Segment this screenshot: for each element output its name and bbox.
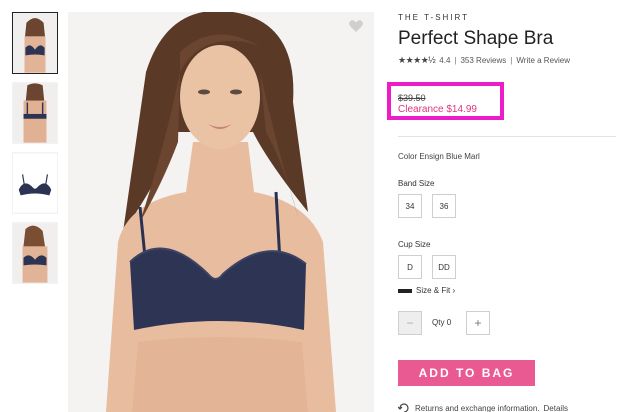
returns-info: Returns and exchange information. Detail… bbox=[398, 403, 568, 412]
thumbnail-product[interactable] bbox=[12, 152, 58, 214]
cup-size-dd[interactable]: DD bbox=[432, 255, 456, 279]
thumbnail-front[interactable] bbox=[12, 12, 58, 74]
product-main-image bbox=[68, 12, 374, 412]
size-fit-label: Size & Fit › bbox=[416, 286, 456, 295]
product-title: Perfect Shape Bra bbox=[398, 28, 554, 49]
thumbnail-list bbox=[12, 12, 60, 292]
thumbnail-side[interactable] bbox=[12, 222, 58, 284]
rating-row: ★★★★½ 4.4 | 353 Reviews | Write a Review bbox=[398, 55, 570, 66]
review-separator: | bbox=[510, 56, 513, 65]
band-size-34[interactable]: 34 bbox=[398, 194, 422, 218]
band-size-label: Band Size bbox=[398, 179, 435, 188]
original-price: $39.50 bbox=[398, 93, 426, 103]
returns-icon bbox=[398, 403, 409, 412]
quantity-display: Qty 0 bbox=[432, 318, 451, 327]
quantity-value: 0 bbox=[446, 318, 452, 327]
details-link[interactable]: Details bbox=[544, 404, 568, 412]
add-to-bag-button[interactable]: ADD TO BAG bbox=[398, 360, 535, 386]
heart-icon[interactable] bbox=[348, 18, 364, 34]
reviews-link[interactable]: 353 Reviews bbox=[460, 56, 506, 65]
ruler-icon bbox=[398, 288, 412, 293]
divider bbox=[398, 136, 616, 137]
quantity-increase-button[interactable]: + bbox=[466, 311, 490, 335]
color-name: Color Ensign Blue Marl bbox=[398, 152, 480, 161]
star-rating-icon: ★★★★½ bbox=[398, 55, 436, 65]
write-review-link[interactable]: Write a Review bbox=[516, 56, 570, 65]
thumbnail-back[interactable] bbox=[12, 82, 58, 144]
returns-text: Returns and exchange information. bbox=[415, 403, 540, 412]
cup-size-label: Cup Size bbox=[398, 240, 431, 249]
rating-value: 4.4 bbox=[439, 56, 451, 65]
quantity-decrease-button[interactable]: − bbox=[398, 311, 422, 335]
product-brand: THE T-SHIRT bbox=[398, 13, 470, 22]
quantity-label: Qty bbox=[432, 318, 445, 327]
rating-separator: | bbox=[454, 56, 457, 65]
band-size-36[interactable]: 36 bbox=[432, 194, 456, 218]
cup-size-d[interactable]: D bbox=[398, 255, 422, 279]
sale-price: Clearance $14.99 bbox=[398, 104, 477, 115]
size-fit-link[interactable]: Size & Fit › bbox=[398, 286, 455, 295]
